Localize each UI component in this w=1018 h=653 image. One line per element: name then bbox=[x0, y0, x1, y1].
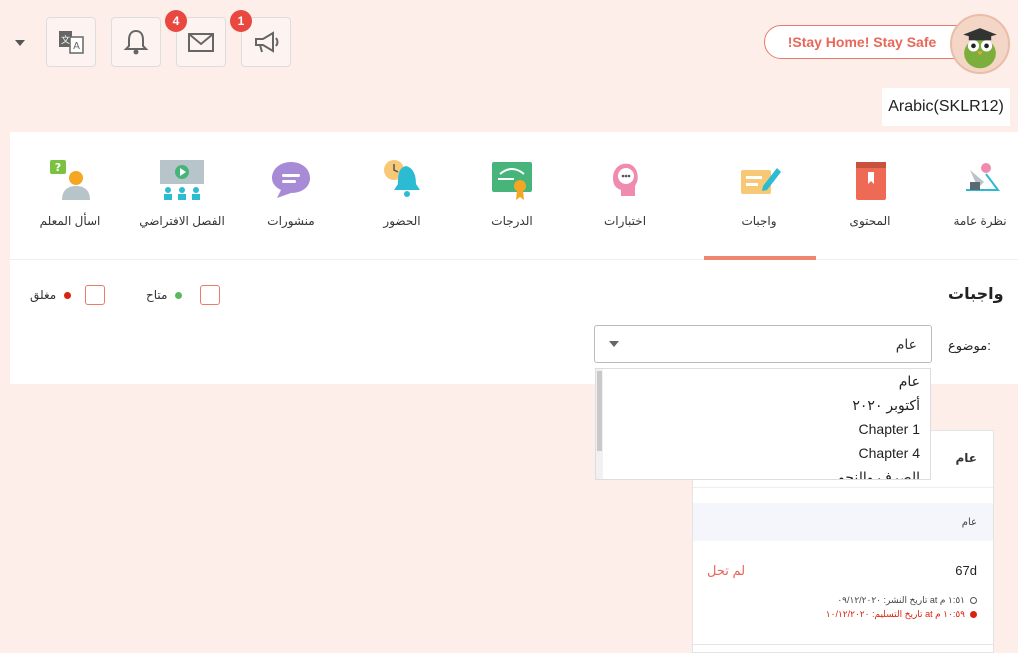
book-icon bbox=[856, 162, 886, 200]
tab-quizzes[interactable]: اختبارات bbox=[570, 156, 680, 260]
bell-clock-icon bbox=[384, 160, 420, 197]
chevron-down-icon[interactable] bbox=[609, 341, 619, 347]
stay-home-button[interactable]: !Stay Home! Stay Safe bbox=[764, 25, 980, 59]
course-label: Arabic(SKLR12) bbox=[882, 88, 1010, 126]
chat-icon bbox=[272, 162, 310, 198]
avatar[interactable] bbox=[950, 14, 1010, 74]
tab-overview[interactable]: نظرة عامة bbox=[925, 156, 1018, 260]
assignment-row[interactable]: 67d لم تحل تاريخ النشر: ٠٩/١٢/٢٠٢٠ at ١:… bbox=[693, 557, 993, 645]
closed-dot-icon bbox=[970, 611, 977, 618]
messages-badge: 4 bbox=[165, 10, 187, 32]
legend-available[interactable]: متاح bbox=[146, 285, 221, 305]
tab-virtual-class[interactable]: الفصل الافتراضي bbox=[127, 156, 237, 260]
closed-checkbox[interactable] bbox=[85, 285, 106, 305]
announcements-badge: 1 bbox=[230, 10, 252, 32]
topic-option[interactable]: عام bbox=[596, 369, 930, 393]
translate-icon: 文 A bbox=[59, 31, 84, 54]
due-days: 67d bbox=[955, 563, 977, 578]
legend-closed[interactable]: مغلق bbox=[30, 285, 106, 305]
topic-label: موضوع: bbox=[948, 338, 991, 353]
available-checkbox[interactable] bbox=[200, 285, 221, 305]
quiz-icon bbox=[613, 163, 638, 196]
topic-select[interactable]: عام bbox=[594, 325, 932, 363]
topic-option[interactable]: Chapter 4 bbox=[596, 441, 930, 465]
tab-attendance[interactable]: الحضور bbox=[347, 156, 457, 260]
tab-grades[interactable]: الدرجات bbox=[457, 156, 567, 260]
svg-text:文: 文 bbox=[61, 34, 70, 46]
status-badge[interactable]: لم تحل bbox=[707, 563, 745, 579]
ask-teacher-icon: ? bbox=[50, 160, 90, 200]
assignments-card: نظرة عامة المحتوى واجبات اختبارات الدرجا… bbox=[10, 132, 1018, 384]
assignment-icon bbox=[741, 168, 781, 194]
topic-option[interactable]: أكتوبر ٢٠٢٠ bbox=[596, 393, 930, 417]
delivery-date: تاريخ التسليم: ١٠/١٢/٢٠٢٠ at ١٠:٥٩ م bbox=[826, 609, 977, 620]
svg-text:?: ? bbox=[55, 161, 61, 174]
overview-icon bbox=[966, 163, 1000, 191]
chevron-down-icon[interactable] bbox=[15, 40, 25, 46]
published-date: تاريخ النشر: ٠٩/١٢/٢٠٢٠ at ١:٥١ م bbox=[837, 595, 977, 606]
svg-text:A: A bbox=[73, 41, 80, 52]
closed-dot-icon bbox=[64, 291, 72, 299]
megaphone-icon bbox=[255, 31, 279, 53]
top-bar: 文 A 4 1 !Stay Home! Stay Safe bbox=[0, 0, 1018, 86]
virtual-class-icon bbox=[160, 160, 204, 200]
tab-ask-teacher[interactable]: ? اسأل المعلم bbox=[15, 156, 125, 260]
topic-option[interactable]: الصرف والنحو bbox=[596, 465, 930, 479]
notifications-button[interactable] bbox=[111, 17, 161, 67]
bell-icon bbox=[123, 29, 149, 55]
course-tabs: نظرة عامة المحتوى واجبات اختبارات الدرجا… bbox=[10, 132, 1018, 260]
language-button[interactable]: 文 A bbox=[46, 17, 96, 67]
announcements-button[interactable]: 1 bbox=[230, 10, 291, 67]
clock-icon bbox=[970, 597, 977, 604]
topic-dropdown-list[interactable]: عام أكتوبر ٢٠٢٠ Chapter 1 Chapter 4 الصر… bbox=[595, 368, 931, 480]
tab-content[interactable]: المحتوى bbox=[815, 156, 925, 260]
messages-button[interactable]: 4 bbox=[165, 10, 226, 67]
tab-posts[interactable]: منشورات bbox=[236, 156, 346, 260]
dropdown-scrollbar[interactable] bbox=[596, 369, 603, 479]
mail-icon bbox=[188, 33, 214, 52]
tab-assignments[interactable]: واجبات bbox=[704, 156, 816, 260]
page-title: واجبات bbox=[948, 286, 1004, 303]
owl-avatar-icon bbox=[953, 17, 1007, 71]
topic-option[interactable]: Chapter 1 bbox=[596, 417, 930, 441]
available-dot-icon bbox=[175, 291, 183, 299]
panel-subheader: عام bbox=[693, 503, 993, 541]
certificate-icon bbox=[492, 162, 532, 200]
